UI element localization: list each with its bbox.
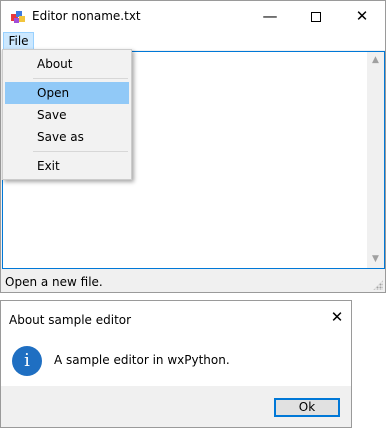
ok-button[interactable]: Ok bbox=[274, 398, 340, 417]
close-icon: ✕ bbox=[355, 7, 369, 25]
scroll-up-icon[interactable]: ▲ bbox=[367, 52, 384, 69]
menu-bar: File bbox=[1, 31, 385, 50]
menu-item-exit[interactable]: Exit bbox=[5, 155, 129, 177]
minimize-button[interactable]: — bbox=[247, 1, 293, 31]
minimize-icon: — bbox=[262, 7, 278, 25]
menu-item-about[interactable]: About bbox=[5, 53, 129, 75]
menu-item-save-as[interactable]: Save as bbox=[5, 126, 129, 148]
dialog-footer: Ok bbox=[1, 386, 351, 427]
menu-item-save[interactable]: Save bbox=[5, 104, 129, 126]
maximize-icon bbox=[311, 11, 321, 22]
menu-separator bbox=[33, 151, 128, 152]
close-icon: ✕ bbox=[330, 308, 344, 326]
menu-file[interactable]: File bbox=[3, 32, 34, 50]
status-text: Open a new file. bbox=[5, 275, 103, 289]
window-title: Editor noname.txt bbox=[32, 9, 141, 23]
scroll-down-icon[interactable]: ▼ bbox=[367, 251, 384, 268]
title-bar[interactable]: Editor noname.txt — ✕ bbox=[1, 1, 385, 31]
dialog-close-button[interactable]: ✕ bbox=[327, 307, 347, 327]
about-dialog: About sample editor ✕ i A sample editor … bbox=[0, 300, 352, 428]
dialog-title: About sample editor bbox=[9, 313, 132, 327]
maximize-button[interactable] bbox=[293, 1, 339, 31]
menu-item-open[interactable]: Open bbox=[5, 82, 129, 104]
app-icon bbox=[11, 11, 25, 23]
status-bar: Open a new file. bbox=[1, 270, 385, 292]
resize-grip-icon[interactable] bbox=[373, 280, 383, 290]
file-menu-dropdown: About Open Save Save as Exit bbox=[2, 49, 132, 180]
menu-separator bbox=[33, 78, 128, 79]
close-button[interactable]: ✕ bbox=[339, 1, 385, 31]
vertical-scrollbar[interactable]: ▲ ▼ bbox=[367, 52, 384, 268]
dialog-message: A sample editor in wxPython. bbox=[54, 353, 230, 367]
info-icon: i bbox=[12, 346, 42, 376]
